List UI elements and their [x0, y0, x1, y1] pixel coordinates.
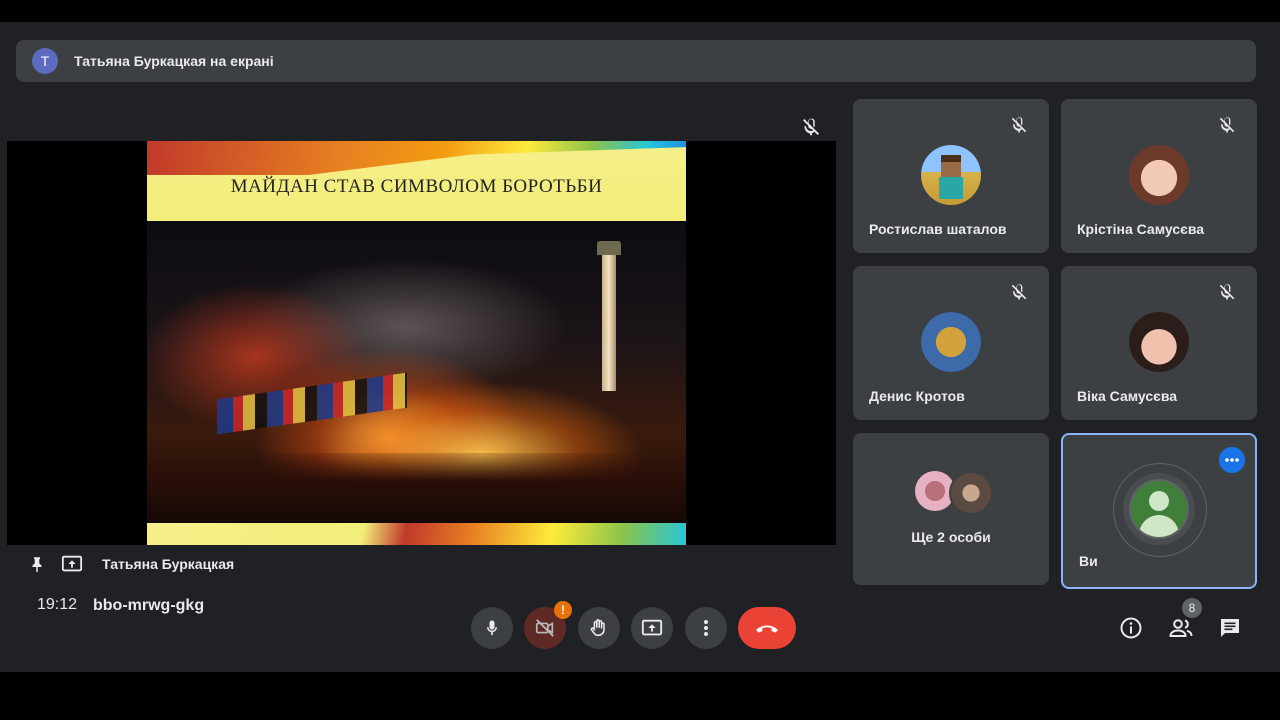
presenter-name-label: Татьяна Буркацкая	[102, 556, 235, 572]
participant-tile[interactable]: Віка Самусєва	[1061, 266, 1257, 420]
self-tile[interactable]: Ви	[1061, 433, 1257, 589]
hang-up-icon	[756, 625, 778, 633]
avatar	[949, 471, 993, 515]
mic-off-icon	[1219, 117, 1235, 133]
info-icon	[1120, 617, 1142, 639]
default-avatar-icon	[1129, 479, 1189, 539]
meet-app: Т Татьяна Буркацкая на екрані МАЙДАН СТА…	[0, 22, 1280, 672]
presenting-banner: Т Татьяна Буркацкая на екрані	[16, 40, 1256, 82]
hand-icon	[590, 619, 605, 637]
meeting-details-button[interactable]	[1118, 615, 1144, 641]
slide-footer-decoration	[147, 523, 686, 545]
photo-monument-statue	[597, 241, 621, 255]
more-vertical-icon	[704, 620, 708, 636]
pin-icon[interactable]	[28, 554, 46, 574]
slide-header: МАЙДАН СТАВ СИМВОЛОМ БОРОТЬБИ	[147, 141, 686, 221]
more-participants-avatars	[913, 471, 993, 515]
participant-name: Ви	[1079, 553, 1098, 569]
more-options-button[interactable]	[685, 607, 727, 649]
raise-hand-button[interactable]	[578, 607, 620, 649]
slide-title: МАЙДАН СТАВ СИМВОЛОМ БОРОТЬБИ	[230, 176, 603, 197]
participant-tile[interactable]: Денис Кротов	[853, 266, 1049, 420]
participant-count-badge: 8	[1182, 598, 1202, 618]
avatar	[1129, 145, 1189, 205]
participant-tile[interactable]: Крістіна Самусєва	[1061, 99, 1257, 253]
present-now-button[interactable]	[631, 607, 673, 649]
mic-icon	[487, 620, 497, 636]
slide-swoosh-decoration	[147, 141, 686, 175]
avatar	[921, 312, 981, 372]
more-participants-label: Ще 2 особи	[911, 529, 991, 545]
avatar	[1129, 312, 1189, 372]
presentation-stage: МАЙДАН СТАВ СИМВОЛОМ БОРОТЬБИ	[7, 141, 836, 545]
end-call-button[interactable]	[738, 607, 796, 649]
participant-name: Ростислав шаталов	[869, 221, 1007, 237]
present-screen-icon	[641, 619, 663, 636]
camera-off-icon	[535, 619, 554, 637]
more-options-button[interactable]	[1219, 447, 1245, 473]
mic-off-icon	[803, 118, 819, 136]
participant-name: Крістіна Самусєва	[1077, 221, 1205, 237]
meeting-clock: 19:12	[37, 596, 78, 613]
presentation-slide: МАЙДАН СТАВ СИМВОЛОМ БОРОТЬБИ	[147, 141, 686, 545]
photo-flags	[217, 372, 407, 435]
microphone-button[interactable]	[471, 607, 513, 649]
more-horizontal-icon	[1225, 458, 1239, 462]
mic-off-icon	[1011, 117, 1027, 133]
people-icon	[1169, 619, 1193, 637]
presenting-text: Татьяна Буркацкая на екрані	[74, 53, 274, 69]
photo-monument-column	[602, 251, 616, 391]
meeting-code: bbo-mrwg-gkg	[93, 597, 205, 614]
mic-off-icon	[1011, 284, 1027, 300]
camera-alert-badge: !	[554, 601, 572, 619]
presenter-avatar: Т	[32, 48, 58, 74]
maidan-photo	[147, 221, 686, 523]
participant-tile[interactable]: Ростислав шаталов	[853, 99, 1049, 253]
participants-button[interactable]	[1168, 615, 1194, 641]
participant-name: Денис Кротов	[869, 388, 965, 404]
presentation-bar: Татьяна Буркацкая	[28, 552, 234, 576]
participant-name: Віка Самусєва	[1077, 388, 1178, 404]
chat-button[interactable]	[1217, 615, 1243, 641]
camera-button[interactable]: !	[524, 601, 572, 649]
present-screen-icon	[61, 555, 83, 572]
mic-off-icon	[1219, 284, 1235, 300]
chat-icon	[1221, 619, 1239, 637]
more-participants-tile[interactable]: Ще 2 особи	[853, 433, 1049, 585]
photo-crowd	[147, 453, 686, 523]
avatar	[921, 145, 981, 205]
